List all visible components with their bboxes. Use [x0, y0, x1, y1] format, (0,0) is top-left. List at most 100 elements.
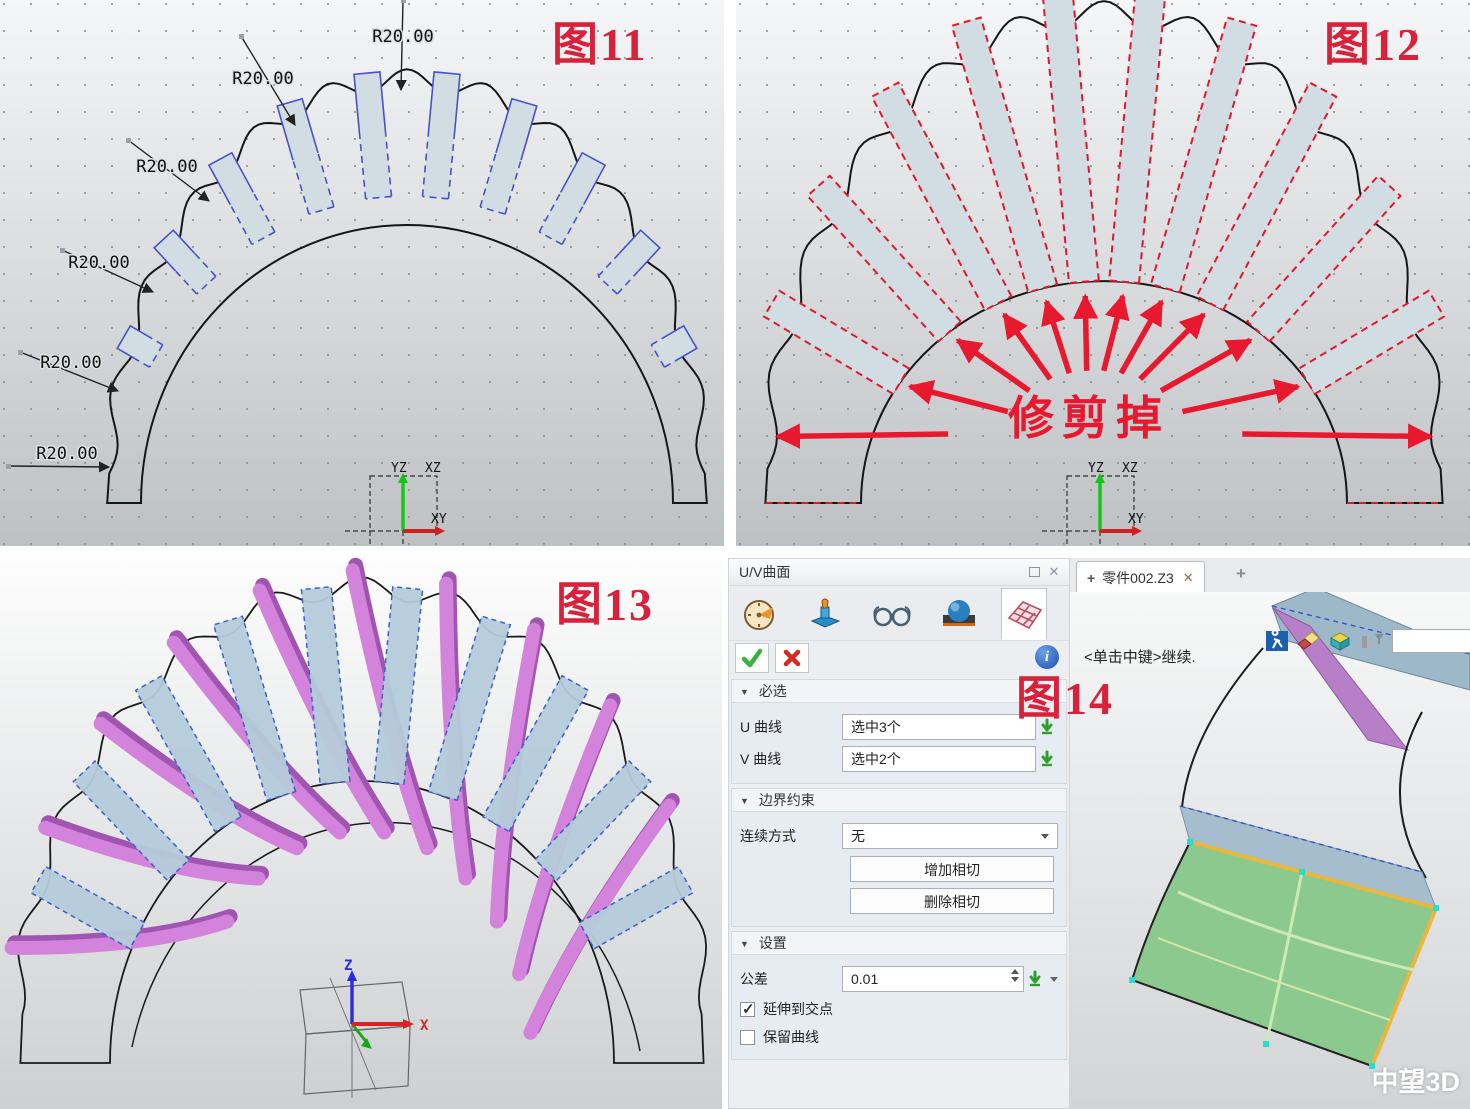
filter-icon[interactable]: [1360, 630, 1384, 652]
section-required-title: 必选: [759, 683, 787, 699]
section-settings-title: 设置: [759, 935, 787, 951]
restore-box-glyph: [1029, 567, 1040, 577]
sphere-icon[interactable]: [937, 592, 981, 636]
continuity-label: 连续方式: [740, 826, 842, 846]
continuity-value: 无: [851, 828, 865, 844]
tab-title: 零件002.Z3: [1102, 568, 1174, 588]
svg-text:XY: XY: [1128, 512, 1144, 527]
spin-down-icon[interactable]: [1011, 977, 1019, 982]
sketch-view-fig11[interactable]: R20.00R20.00R20.00R20.00R20.00R20.00YZXZ…: [0, 0, 724, 546]
wire-curve-left: [1182, 648, 1263, 807]
chevron-down-icon: [1041, 834, 1049, 839]
walkthrough-icon[interactable]: [1266, 629, 1288, 653]
shaded-view-fig13[interactable]: ZX 图13: [0, 558, 722, 1109]
section-boundary: ▼ 边界约束 连续方式 无 增加相切 删除相切: [731, 788, 1067, 927]
close-icon[interactable]: ✕: [1045, 563, 1063, 581]
svg-text:XY: XY: [431, 512, 447, 527]
continuity-select[interactable]: 无: [842, 823, 1058, 849]
uv-mesh-icon[interactable]: [1001, 588, 1047, 640]
tab-close-icon[interactable]: ✕: [1183, 570, 1194, 586]
figure-label-14: 图14: [1016, 676, 1114, 722]
dimension-label: R20.00: [68, 253, 129, 273]
svg-text:XZ: XZ: [1122, 461, 1138, 476]
section-settings-header[interactable]: ▼ 设置: [732, 932, 1066, 955]
u-curves-input[interactable]: 选中3个: [842, 714, 1036, 740]
collapse-icon: ▼: [740, 939, 749, 949]
svg-text:X: X: [420, 1018, 429, 1034]
trim-arrow: [777, 434, 948, 437]
dimension-label: R20.00: [36, 444, 97, 464]
trim-arrow: [1085, 296, 1087, 371]
tolerance-pick-icon[interactable]: [1024, 970, 1046, 988]
collapse-icon: ▼: [740, 687, 749, 697]
uv-surface-dialog: U/V曲面 ✕: [728, 558, 1070, 1109]
tolerance-label: 公差: [740, 969, 842, 989]
cancel-button[interactable]: [775, 643, 809, 673]
figure-label-13: 图13: [556, 582, 654, 628]
tolerance-options-icon[interactable]: [1050, 977, 1058, 982]
tolerance-input[interactable]: 0.01: [842, 966, 1024, 992]
view-filter-input[interactable]: [1392, 629, 1470, 653]
remove-tangent-button[interactable]: 删除相切: [850, 888, 1054, 914]
dimension-grip: [401, 0, 406, 3]
svg-text:YZ: YZ: [1088, 461, 1104, 476]
extend-checkbox-label: 延伸到交点: [763, 999, 833, 1019]
section-settings: ▼ 设置 公差 0.01 延伸到交点: [731, 931, 1067, 1060]
svg-text:XZ: XZ: [425, 461, 441, 476]
section-boundary-title: 边界约束: [759, 792, 815, 808]
stamp-icon[interactable]: [803, 592, 847, 636]
dimension-grip: [239, 34, 244, 39]
ok-button[interactable]: [735, 643, 769, 673]
wire-curve-right: [1400, 712, 1426, 878]
viewport-3d-area[interactable]: <单击中键>继续. 中望3D: [1070, 592, 1470, 1109]
v-curves-input[interactable]: 选中2个: [842, 746, 1036, 772]
new-tab-button[interactable]: +: [1236, 564, 1246, 584]
v-curves-label: V 曲线: [740, 749, 842, 769]
glasses-icon[interactable]: [870, 592, 914, 636]
material-box-icon[interactable]: [1328, 630, 1352, 652]
eraser-icon[interactable]: [1296, 630, 1320, 652]
dialog-title: U/V曲面: [739, 564, 790, 580]
dimension-grip: [18, 350, 23, 355]
sketch-view-fig12[interactable]: YZ XZ XY 图12 修剪掉: [736, 0, 1470, 546]
section-boundary-header[interactable]: ▼ 边界约束: [732, 789, 1066, 812]
tab-doc-icon: +: [1087, 570, 1095, 586]
dimension-label: R20.00: [136, 157, 197, 177]
dimension-label: R20.00: [372, 27, 433, 47]
info-icon[interactable]: i: [1035, 645, 1059, 669]
collapse-icon: ▼: [740, 796, 749, 806]
svg-text:Z: Z: [344, 958, 352, 974]
add-tangent-button[interactable]: 增加相切: [850, 856, 1054, 882]
keep-curves-checkbox[interactable]: [740, 1030, 755, 1045]
document-tab[interactable]: + 零件002.Z3 ✕: [1076, 561, 1205, 593]
figure-label-12: 图12: [1324, 22, 1422, 68]
modeling-viewport[interactable]: + 零件002.Z3 ✕ +: [1070, 558, 1470, 1109]
v-curves-pick-icon[interactable]: [1036, 750, 1058, 768]
screenshot-root: R20.00R20.00R20.00R20.00R20.00R20.00YZXZ…: [0, 0, 1470, 1109]
spin-up-icon[interactable]: [1011, 969, 1019, 974]
dimension-label: R20.00: [232, 69, 293, 89]
extend-checkbox[interactable]: [740, 1002, 755, 1017]
fig13-3d-canvas: ZX: [0, 558, 722, 1109]
document-tabbar: + 零件002.Z3 ✕ +: [1070, 558, 1470, 593]
dimension-grip: [60, 248, 65, 253]
spinner-buttons[interactable]: [1011, 969, 1019, 982]
fig12-sketch-canvas: YZ XZ XY: [736, 0, 1470, 546]
fig11-sketch-canvas: R20.00R20.00R20.00R20.00R20.00R20.00YZXZ…: [0, 0, 724, 546]
dialog-icon-toolbar: [729, 586, 1069, 641]
trim-arrow: [1242, 434, 1431, 437]
restore-icon[interactable]: [1025, 563, 1043, 581]
viewport-mini-toolbar: [1266, 628, 1470, 654]
figure-label-11: 图11: [552, 22, 647, 68]
dimension-grip: [126, 138, 131, 143]
dialog-action-row: i: [729, 641, 1069, 675]
viewport-3d-canvas: [1070, 592, 1470, 1109]
dimension-label: R20.00: [40, 353, 101, 373]
brand-watermark: 中望3D: [1371, 1060, 1460, 1099]
u-curves-label: U 曲线: [740, 717, 842, 737]
keep-curves-checkbox-label: 保留曲线: [763, 1027, 819, 1047]
dialog-titlebar[interactable]: U/V曲面 ✕: [729, 559, 1069, 586]
tolerance-value: 0.01: [851, 971, 878, 987]
gauge-icon[interactable]: [737, 592, 781, 636]
trim-annotation: 修剪掉: [1008, 382, 1170, 448]
